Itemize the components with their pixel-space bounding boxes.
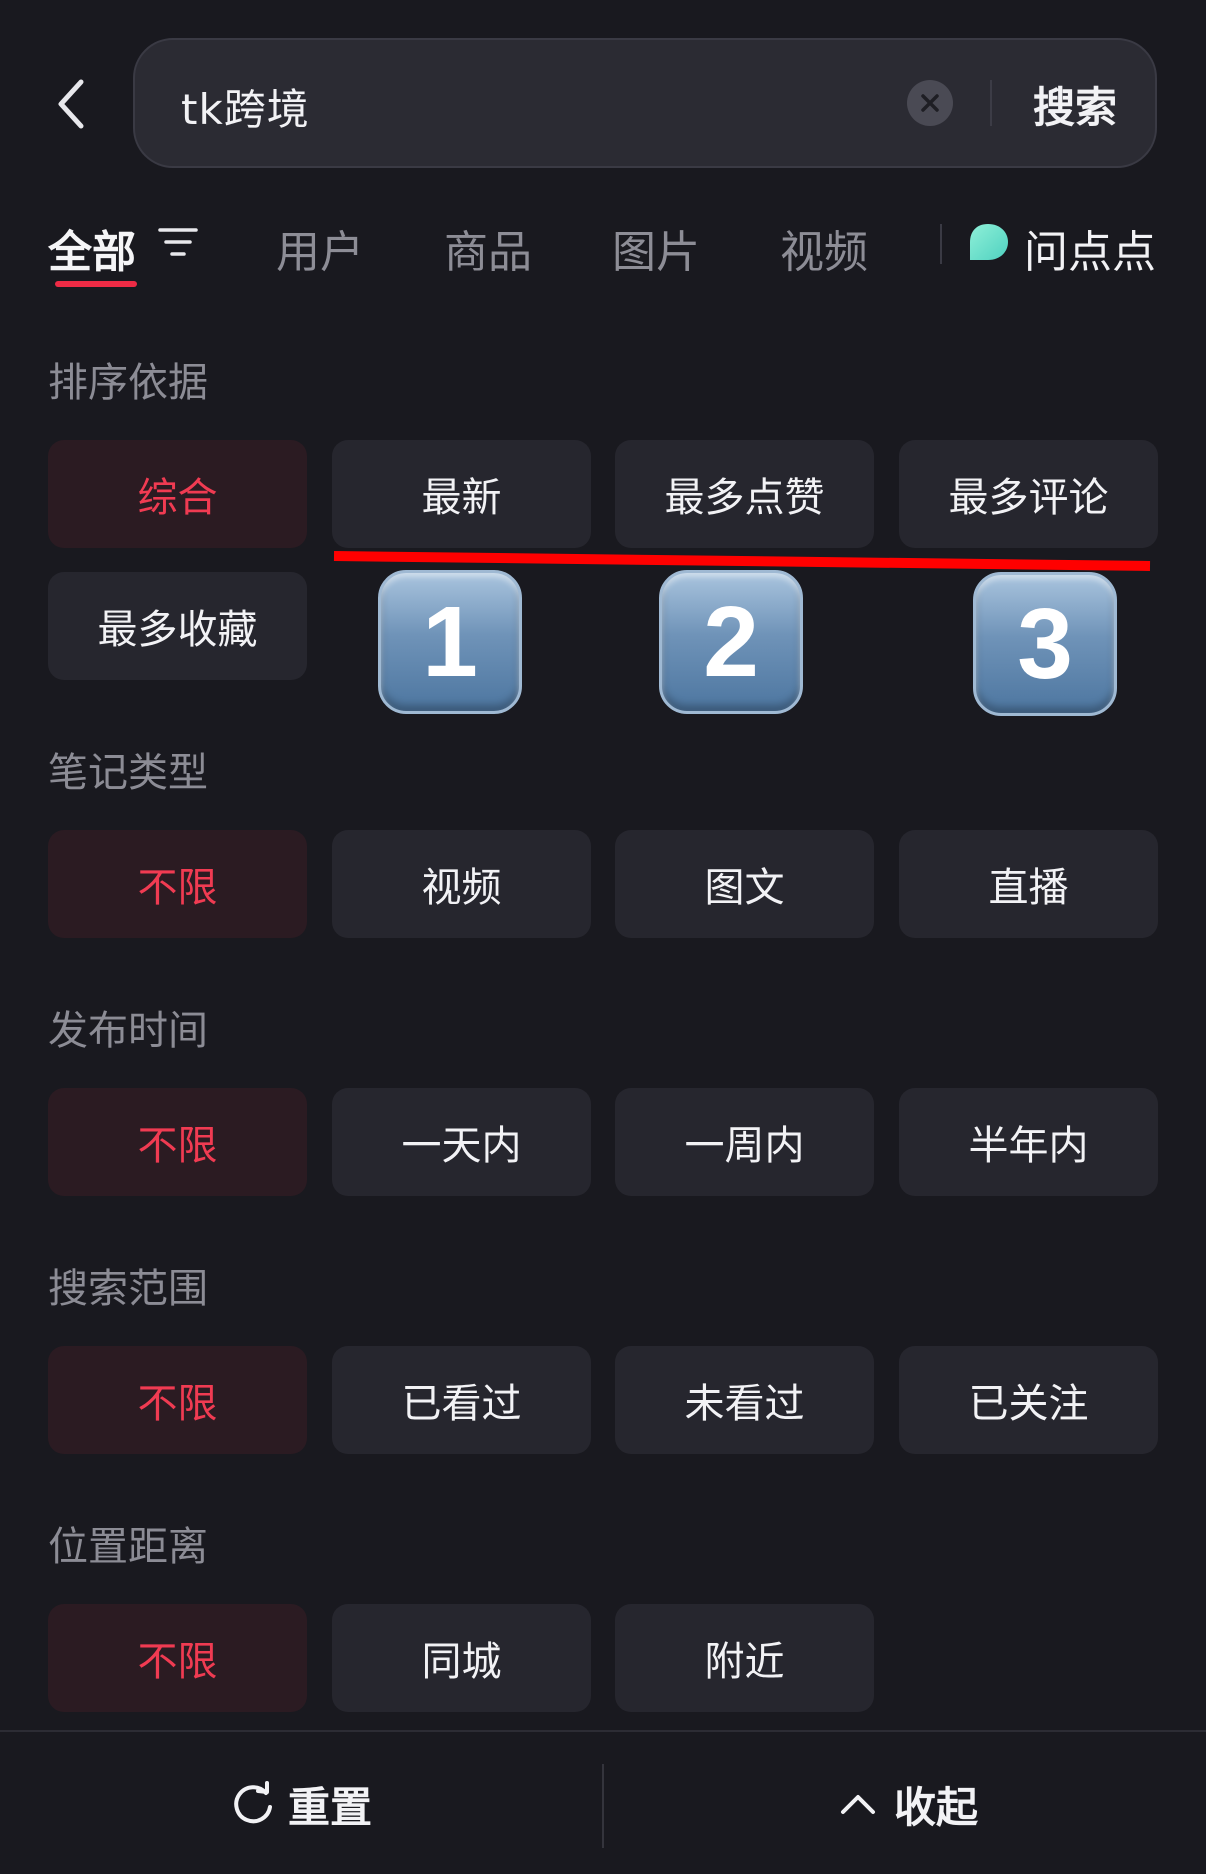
distance-option-any[interactable]: 不限 bbox=[48, 1604, 307, 1712]
publish-time-option-half-year[interactable]: 半年内 bbox=[899, 1088, 1158, 1196]
tab-videos[interactable]: 视频 bbox=[780, 216, 868, 280]
sort-option-newest[interactable]: 最新 bbox=[332, 440, 591, 548]
distance-option-nearby[interactable]: 附近 bbox=[615, 1604, 874, 1712]
ai-chat-icon[interactable] bbox=[966, 222, 1010, 262]
section-title-note-type: 笔记类型 bbox=[48, 750, 208, 796]
number-badge-2: 2 bbox=[659, 570, 803, 714]
tab-users[interactable]: 用户 bbox=[276, 216, 364, 280]
publish-time-option-day[interactable]: 一天内 bbox=[332, 1088, 591, 1196]
sort-option-most-favorites[interactable]: 最多收藏 bbox=[48, 572, 307, 680]
clear-icon[interactable] bbox=[907, 80, 953, 126]
refresh-icon bbox=[234, 1781, 272, 1824]
number-badge-3: 3 bbox=[973, 572, 1117, 716]
tab-images[interactable]: 图片 bbox=[612, 216, 700, 280]
publish-time-option-any[interactable]: 不限 bbox=[48, 1088, 307, 1196]
tab-all[interactable]: 全部 bbox=[48, 216, 136, 280]
note-type-option-live[interactable]: 直播 bbox=[899, 830, 1158, 938]
search-box[interactable]: tk跨境 搜索 bbox=[133, 38, 1157, 168]
sort-option-comprehensive[interactable]: 综合 bbox=[48, 440, 307, 548]
distance-option-same-city[interactable]: 同城 bbox=[332, 1604, 591, 1712]
note-type-option-video[interactable]: 视频 bbox=[332, 830, 591, 938]
sort-option-most-likes[interactable]: 最多点赞 bbox=[615, 440, 874, 548]
publish-time-option-week[interactable]: 一周内 bbox=[615, 1088, 874, 1196]
section-title-distance: 位置距离 bbox=[48, 1524, 208, 1570]
scope-option-viewed[interactable]: 已看过 bbox=[332, 1346, 591, 1454]
chevron-up-icon bbox=[841, 1795, 875, 1814]
number-badge-1: 1 bbox=[378, 570, 522, 714]
search-divider bbox=[990, 80, 992, 126]
scope-option-any[interactable]: 不限 bbox=[48, 1346, 307, 1454]
active-tab-indicator bbox=[55, 281, 137, 287]
scope-option-following[interactable]: 已关注 bbox=[899, 1346, 1158, 1454]
section-title-sort: 排序依据 bbox=[48, 360, 208, 406]
tabs-divider bbox=[940, 224, 942, 264]
search-input[interactable]: tk跨境 bbox=[181, 76, 310, 137]
tab-ask[interactable]: 问点点 bbox=[1024, 216, 1156, 280]
reset-label: 重置 bbox=[288, 1782, 373, 1832]
filter-page: tk跨境 搜索 全部 用户 商品 图片 视频 问点点 排序依据 综合 最新 最多… bbox=[0, 0, 1206, 1874]
search-button[interactable]: 搜索 bbox=[1005, 74, 1145, 132]
sort-option-most-comments[interactable]: 最多评论 bbox=[899, 440, 1158, 548]
tab-products[interactable]: 商品 bbox=[444, 216, 532, 280]
scope-option-not-viewed[interactable]: 未看过 bbox=[615, 1346, 874, 1454]
section-title-publish-time: 发布时间 bbox=[48, 1008, 208, 1054]
collapse-label: 收起 bbox=[894, 1782, 979, 1832]
bottom-divider bbox=[602, 1764, 604, 1848]
filter-icon[interactable] bbox=[158, 224, 198, 260]
collapse-button[interactable]: 收起 bbox=[840, 1772, 978, 1836]
section-title-search-scope: 搜索范围 bbox=[48, 1266, 208, 1312]
reset-button[interactable]: 重置 bbox=[230, 1772, 372, 1836]
back-icon[interactable] bbox=[50, 76, 90, 132]
note-type-option-image-text[interactable]: 图文 bbox=[615, 830, 874, 938]
bottom-action-bar: 重置 收起 bbox=[0, 1730, 1206, 1874]
note-type-option-any[interactable]: 不限 bbox=[48, 830, 307, 938]
